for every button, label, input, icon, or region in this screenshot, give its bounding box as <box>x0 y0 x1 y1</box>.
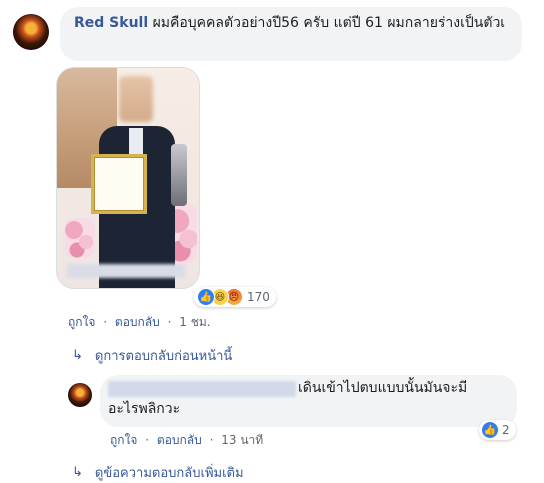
separator-dot: · <box>145 433 150 447</box>
separator-dot: · <box>167 315 172 329</box>
reply-text-line-1: เดินเข้าไปตบแบบนั้นมันจะมี <box>298 380 468 396</box>
commenter-avatar[interactable] <box>13 14 49 50</box>
blurred-reply-author <box>108 381 296 397</box>
blurred-photo-caption <box>67 264 185 278</box>
reply-timestamp[interactable]: 13 นาที <box>221 433 263 447</box>
separator-dot: · <box>209 433 214 447</box>
reply-arrow-icon: ↳ <box>72 348 83 363</box>
like-icon: 👍 <box>197 288 215 306</box>
reply-avatar[interactable] <box>68 383 92 407</box>
photo-trophy <box>171 144 187 206</box>
reply-like-number: 2 <box>502 423 510 437</box>
like-icon: 👍 <box>482 422 498 438</box>
like-link[interactable]: ถูกใจ <box>68 315 95 329</box>
photo-certificate <box>91 154 147 214</box>
comment-body: Red Skull ผมคือบุคคลตัวอย่างปี56 ครับ แต… <box>74 14 514 33</box>
reply-arrow-icon: ↳ <box>72 465 83 480</box>
reply-bubble: เดินเข้าไปตบแบบนั้นมันจะมี อะไรพลิกวะ <box>100 375 517 427</box>
reply-text-line-2: อะไรพลิกวะ <box>108 401 181 417</box>
view-more-replies-label: ดูข้อความตอบกลับเพิ่มเติม <box>94 466 244 481</box>
blurred-face <box>119 76 153 122</box>
separator-dot: · <box>103 315 108 329</box>
comment-actions: ถูกใจ · ตอบกลับ · 1 ชม. <box>68 313 211 332</box>
view-previous-replies-link[interactable]: ↳ ดูการตอบกลับก่อนหน้านี้ <box>72 345 232 366</box>
view-previous-replies-label: ดูการตอบกลับก่อนหน้านี้ <box>94 349 233 364</box>
photo-flowers-left <box>65 218 95 258</box>
reply-like-count[interactable]: 👍 2 <box>479 420 516 440</box>
reply-reply-link[interactable]: ตอบกลับ <box>157 433 202 447</box>
reply-link[interactable]: ตอบกลับ <box>115 315 160 329</box>
reply-actions: ถูกใจ · ตอบกลับ · 13 นาที <box>110 431 263 450</box>
comment-photo[interactable] <box>56 67 200 289</box>
comment-text: ผมคือบุคคลตัวอย่างปี56 ครับ แต่ปี 61 ผมก… <box>152 15 506 31</box>
comment-bubble: Red Skull ผมคือบุคคลตัวอย่างปี56 ครับ แต… <box>60 7 522 61</box>
comment-reactions[interactable]: 👍 😆 😠 170 <box>194 287 276 307</box>
reply-like-link[interactable]: ถูกใจ <box>110 433 137 447</box>
comment-timestamp[interactable]: 1 ชม. <box>179 315 210 329</box>
comment-author-name[interactable]: Red Skull <box>74 15 148 31</box>
reaction-count: 170 <box>247 290 270 304</box>
view-more-replies-link[interactable]: ↳ ดูข้อความตอบกลับเพิ่มเติม <box>72 462 244 483</box>
